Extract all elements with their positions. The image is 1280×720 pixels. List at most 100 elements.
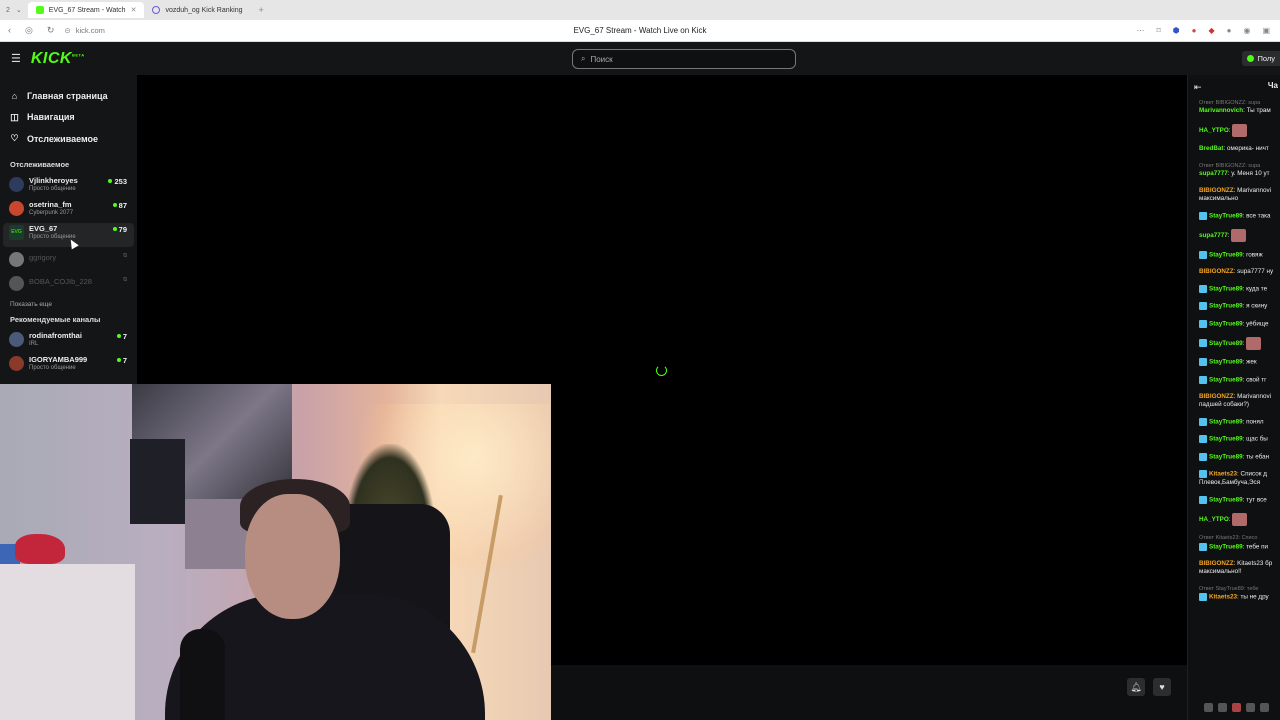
tab-vozduh[interactable]: vozduh_og Kick Ranking: [144, 2, 250, 18]
search-bar[interactable]: ⌕ Поиск: [572, 49, 796, 69]
emote-icon[interactable]: [1260, 703, 1269, 712]
recommended-channel-rodinafromthai[interactable]: rodinafromthai IRL 7: [0, 330, 137, 354]
reply-context[interactable]: Ответ StayTrue89: тебе: [1199, 585, 1280, 593]
viewer-count-value: 79: [118, 224, 127, 234]
chat-username[interactable]: HA_YTPO: [1199, 127, 1229, 134]
login-button[interactable]: Полу: [1242, 51, 1280, 66]
shield-icon[interactable]: ⬢: [1173, 26, 1180, 35]
profile-icon[interactable]: ◉: [1243, 26, 1250, 35]
chat-username[interactable]: StayTrue89: [1209, 340, 1243, 347]
extension-icon[interactable]: ●: [1192, 26, 1197, 35]
bell-icon: 🔔︎: [1130, 681, 1142, 692]
chat-username[interactable]: StayTrue89: [1209, 543, 1243, 550]
nav-following[interactable]: ♡ Отслеживаемое: [10, 128, 137, 150]
offline-icon: ⍉: [123, 252, 127, 259]
chat-username[interactable]: supa7777: [1199, 170, 1228, 177]
followed-channel-boba[interactable]: BOBA_COJIb_228 ⍉: [0, 271, 137, 295]
new-tab-button[interactable]: +: [251, 5, 272, 15]
chat-username[interactable]: supa7777: [1199, 233, 1228, 240]
chat-username[interactable]: StayTrue89: [1209, 419, 1243, 426]
chat-username[interactable]: StayTrue89: [1209, 376, 1243, 383]
emote-icon[interactable]: [1204, 703, 1213, 712]
chat-text: все така: [1246, 212, 1271, 220]
chat-username[interactable]: BIBIGONZZ: [1199, 560, 1234, 567]
chat-username[interactable]: StayTrue89: [1209, 286, 1243, 293]
followed-channel-ggrigory[interactable]: ggrigory ⍉: [0, 247, 137, 271]
reply-context[interactable]: Ответ BIBIGONZZ: supa: [1199, 162, 1280, 170]
followed-channel-vjlinkheroyes[interactable]: Vjlinkheroyes Просто общение 253: [0, 175, 137, 199]
chat-message: StayTrue89: щас бы: [1199, 435, 1280, 444]
emote-icon[interactable]: [1232, 703, 1241, 712]
chat-username[interactable]: Kitaets23: [1209, 471, 1237, 478]
user-badge-icon: [1199, 435, 1207, 444]
chat-collapse-icon[interactable]: ⇤: [1194, 82, 1202, 93]
chat-username[interactable]: BIBIGONZZ: [1199, 268, 1234, 275]
channel-category: IRL: [29, 340, 39, 347]
ublock-icon[interactable]: ◆: [1208, 26, 1214, 35]
channel-name: ggrigory: [29, 252, 57, 262]
notification-bell-button[interactable]: 🔔︎: [1127, 678, 1145, 696]
settings-icon[interactable]: ●: [1227, 26, 1232, 35]
user-badge-icon: [1199, 495, 1207, 504]
download-icon[interactable]: ▣: [1262, 26, 1270, 35]
chat-username[interactable]: StayTrue89: [1209, 436, 1243, 443]
chat-username[interactable]: Kitaets23: [1209, 594, 1237, 601]
chat-message: BIBIGONZZ: Marivannovi падшей собаки?): [1199, 393, 1280, 410]
chat-username[interactable]: StayTrue89: [1209, 359, 1243, 366]
search-input[interactable]: Поиск: [590, 55, 612, 64]
chat-username[interactable]: StayTrue89: [1209, 320, 1243, 327]
tab-count-badge[interactable]: 2: [0, 7, 16, 14]
webcam-overlay: [0, 384, 551, 720]
live-dot-icon: [116, 358, 121, 362]
chat-message: StayTrue89: ты ебан: [1199, 452, 1280, 462]
viewer-count-value: 87: [118, 200, 127, 210]
chat-username[interactable]: Marivannovich: [1199, 107, 1243, 114]
tab-evg67[interactable]: EVG_67 Stream - Watch ✕: [27, 2, 145, 18]
followed-channel-osetrina[interactable]: osetrina_fm Cyberpunk 2077 87: [0, 199, 137, 223]
nav-label: Отслеживаемое: [27, 133, 99, 144]
bookmark-icon[interactable]: ⌑: [1157, 26, 1161, 35]
url-field[interactable]: kick.com: [76, 26, 105, 35]
chat-text-continued: максимально!!: [1199, 568, 1242, 576]
emote-icon[interactable]: [1246, 703, 1255, 712]
back-icon[interactable]: ‹: [8, 25, 11, 36]
kick-logo[interactable]: KICKBETA: [31, 50, 85, 68]
chat-username[interactable]: BredBat: [1199, 145, 1224, 152]
reply-context[interactable]: Ответ BIBIGONZZ: supa: [1199, 99, 1280, 107]
avatar: EVG: [9, 224, 24, 240]
hamburger-menu-icon[interactable]: ☰: [11, 52, 21, 65]
emote-image-icon: [1246, 336, 1262, 350]
reply-context[interactable]: Ответ Kitaets23: Списо: [1199, 534, 1280, 542]
logo-badge: BETA: [71, 52, 85, 58]
chat-message: StayTrue89: свой тг: [1199, 375, 1280, 385]
chat-username[interactable]: BIBIGONZZ: [1199, 187, 1234, 194]
avatar: [9, 176, 24, 192]
tab-close-icon[interactable]: ✕: [131, 6, 137, 14]
user-badge-icon: [1199, 542, 1207, 551]
chat-username[interactable]: BIBIGONZZ: [1199, 393, 1234, 400]
tab-list-chevron-icon[interactable]: ⌄: [16, 6, 28, 14]
chat-text-continued: падшей собаки?): [1199, 401, 1249, 409]
yandex-icon[interactable]: ◎: [25, 25, 33, 36]
reload-icon[interactable]: ↻: [47, 25, 55, 36]
chat-username[interactable]: StayTrue89: [1209, 213, 1243, 220]
more-icon[interactable]: ⋯: [1137, 26, 1145, 35]
follow-heart-button[interactable]: ♥: [1153, 678, 1171, 696]
user-badge-icon: [1199, 470, 1207, 479]
chat-username[interactable]: StayTrue89: [1209, 251, 1243, 258]
chat-username[interactable]: StayTrue89: [1209, 496, 1243, 503]
user-badge-icon: [1199, 418, 1207, 426]
recommended-channel-igoryamba[interactable]: IGORYAMBA999 Просто общение 7: [0, 354, 137, 378]
chat-username[interactable]: StayTrue89: [1209, 453, 1243, 460]
nav-browse[interactable]: ◫ Навигация: [10, 107, 137, 129]
chat-message: StayTrue89: все така: [1199, 212, 1280, 221]
emote-icon[interactable]: [1218, 703, 1227, 712]
login-label: Полу: [1257, 54, 1275, 63]
channel-category: Просто общение: [29, 233, 76, 240]
chat-text: у. Меня 10 ут: [1231, 170, 1270, 178]
nav-home[interactable]: ⌂ Главная страница: [10, 85, 137, 107]
show-more-link[interactable]: Показать еще: [0, 295, 137, 315]
chat-username[interactable]: HA_YTPO: [1199, 516, 1229, 523]
chat-message: HA_YTPO:: [1199, 513, 1280, 527]
chat-username[interactable]: StayTrue89: [1209, 303, 1243, 310]
